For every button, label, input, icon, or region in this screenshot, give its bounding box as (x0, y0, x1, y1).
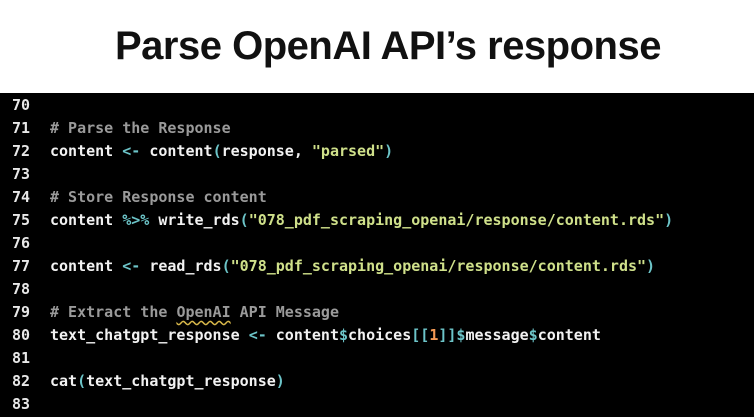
code-operator: [[ (411, 326, 430, 344)
code-line[interactable]: 80 text_chatgpt_response <- content$choic… (0, 324, 754, 347)
code-line[interactable]: 73 (0, 163, 754, 186)
line-number: 76 (12, 234, 31, 252)
code-token: cat (50, 372, 78, 390)
code-number: 1 (429, 326, 439, 344)
page-title: Parse OpenAI API’s response (115, 23, 661, 68)
code-operator: ( (221, 257, 231, 275)
line-number: 73 (12, 165, 31, 183)
code-lines: 70 71 # Parse the Response 72 content <- con… (0, 93, 754, 416)
code-token: choices (348, 326, 412, 344)
line-number: 75 (12, 211, 31, 229)
title-bar: Parse OpenAI API’s response (0, 0, 754, 92)
code-line[interactable]: 75 content %>% write_rds("078_pdf_scrapin… (0, 209, 754, 232)
code-operator: ( (239, 211, 249, 229)
line-number: 77 (12, 257, 31, 275)
code-string: "078_pdf_scraping_openai/response/conten… (248, 211, 665, 229)
line-number: 80 (12, 326, 31, 344)
code-operator: ) (646, 257, 656, 275)
code-operator: $ (339, 326, 349, 344)
line-number: 71 (12, 119, 31, 137)
line-number: 78 (12, 280, 31, 298)
code-token: content (50, 257, 123, 275)
code-comment: # Extract the (50, 303, 177, 321)
code-comment: # Store Response content (50, 188, 267, 206)
code-content: # Store Response content (48, 186, 267, 209)
code-line[interactable]: 79 # Extract the OpenAI API Message (0, 301, 754, 324)
line-number: 83 (12, 395, 31, 413)
code-operator: ( (212, 142, 222, 160)
code-string: "parsed" (311, 142, 385, 160)
code-content: # Extract the OpenAI API Message (48, 301, 339, 324)
line-number: 72 (12, 142, 31, 160)
code-line[interactable]: 71 # Parse the Response (0, 117, 754, 140)
code-content: # Parse the Response (48, 117, 231, 140)
code-comment: OpenAI (176, 303, 231, 321)
code-content: content %>% write_rds("078_pdf_scraping_… (48, 209, 673, 232)
code-operator: <- (248, 326, 267, 344)
code-operator: ( (77, 372, 87, 390)
code-operator: ) (275, 372, 285, 390)
code-line[interactable]: 74 # Store Response content (0, 186, 754, 209)
code-line[interactable]: 78 (0, 278, 754, 301)
line-number: 74 (12, 188, 31, 206)
code-comment: # Parse the Response (50, 119, 231, 137)
code-token: text_chatgpt_response (86, 372, 276, 390)
code-operator: <- (122, 142, 141, 160)
code-line[interactable]: 81 (0, 347, 754, 370)
code-line[interactable]: 83 (0, 393, 754, 416)
code-token: content (140, 142, 213, 160)
code-operator: $ (528, 326, 538, 344)
code-token: response, (221, 142, 312, 160)
code-token: write_rds (149, 211, 240, 229)
code-token: read_rds (140, 257, 222, 275)
line-number: 70 (12, 96, 31, 114)
line-number: 81 (12, 349, 31, 367)
line-number: 79 (12, 303, 31, 321)
code-content: cat(text_chatgpt_response) (48, 370, 285, 393)
code-token: content (266, 326, 339, 344)
code-operator: ]] (438, 326, 457, 344)
code-editor[interactable]: 70 71 # Parse the Response 72 content <- con… (0, 93, 754, 417)
code-content: text_chatgpt_response <- content$choices… (48, 324, 601, 347)
code-operator: ) (664, 211, 674, 229)
code-operator: %>% (122, 211, 150, 229)
code-content: content <- content(response, "parsed") (48, 140, 393, 163)
code-line[interactable]: 72 content <- content(response, "parsed") (0, 140, 754, 163)
code-token: text_chatgpt_response (50, 326, 249, 344)
code-token: content (50, 142, 123, 160)
code-operator: ) (384, 142, 394, 160)
code-string: "078_pdf_scraping_openai/response/conten… (230, 257, 647, 275)
code-token: content (537, 326, 601, 344)
line-number: 82 (12, 372, 31, 390)
code-line[interactable]: 70 (0, 94, 754, 117)
code-line[interactable]: 82 cat(text_chatgpt_response) (0, 370, 754, 393)
code-line[interactable]: 76 (0, 232, 754, 255)
code-comment: API Message (230, 303, 339, 321)
code-operator: <- (122, 257, 141, 275)
code-content: content <- read_rds("078_pdf_scraping_op… (48, 255, 655, 278)
code-line[interactable]: 77 content <- read_rds("078_pdf_scraping_… (0, 255, 754, 278)
code-token: message (465, 326, 529, 344)
code-token: content (50, 211, 123, 229)
